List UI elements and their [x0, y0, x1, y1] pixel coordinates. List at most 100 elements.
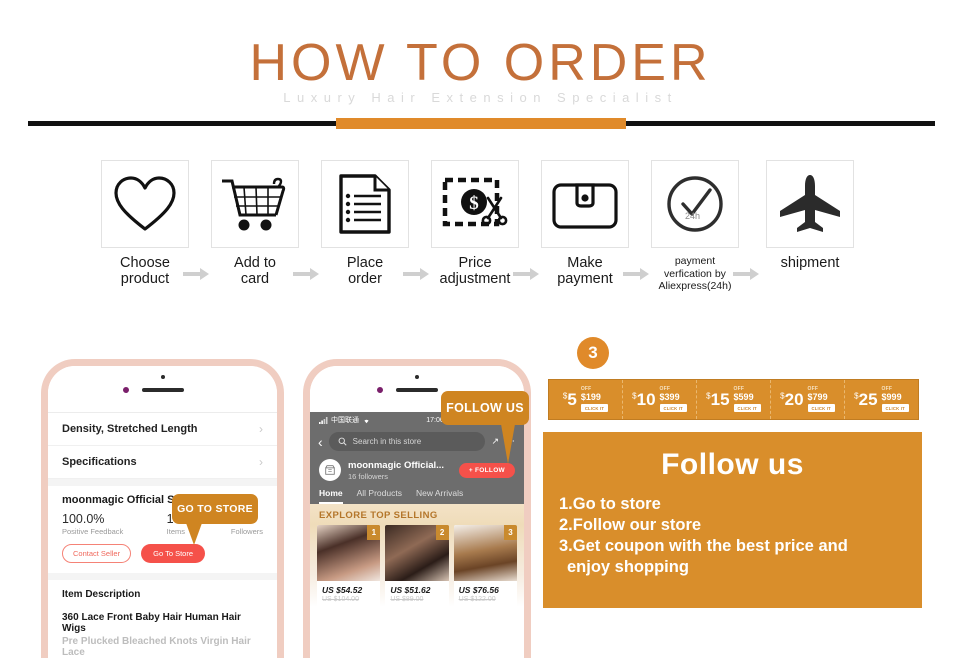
product-old-price: US $104.00	[322, 596, 359, 603]
coupon-item[interactable]: $10 OFF $399 CLICK IT	[623, 380, 697, 419]
search-input[interactable]: Search in this store	[328, 432, 486, 451]
contact-seller-button[interactable]: Contact Seller	[62, 544, 132, 563]
go-to-store-callout: GO TO STORE	[172, 494, 258, 545]
product-price: US $51.62	[390, 585, 431, 595]
rank-badge: 3	[503, 525, 517, 540]
coupon-cta[interactable]: CLICK IT	[807, 404, 835, 412]
tab-new-arrivals[interactable]: New Arrivals	[416, 488, 463, 504]
coupon-amount: $20	[780, 390, 804, 409]
product-card[interactable]: 2 US $51.62 US $89.00	[385, 525, 449, 607]
status-left: 中国联通	[319, 415, 371, 425]
step-price-adjustment: $ Price adjustment	[423, 160, 527, 287]
store-avatar[interactable]	[319, 459, 341, 481]
price-scissors-dollar-icon: $	[442, 177, 508, 227]
step-label: Add to card	[234, 255, 276, 287]
earpiece-speaker-icon	[396, 388, 438, 392]
step-label: Place order	[346, 255, 384, 287]
go-to-store-button[interactable]: Go To Store	[141, 544, 205, 563]
step-arrow-icon	[623, 268, 649, 280]
tab-home[interactable]: Home	[319, 488, 343, 504]
callout-tail	[501, 424, 515, 464]
follow-button[interactable]: + FOLLOW	[458, 462, 515, 478]
row-label: Density, Stretched Length	[62, 423, 198, 435]
coupon-item[interactable]: $25 OFF $999 CLICK IT	[845, 380, 918, 419]
step-icon-box: 24h	[651, 160, 739, 248]
follow-step: 2.Follow our store	[559, 516, 702, 534]
search-placeholder: Search in this store	[352, 437, 422, 446]
how-to-order-steps: Choose product Add to card Place order $…	[0, 160, 961, 300]
row-label: Specifications	[62, 456, 137, 468]
callout-text: GO TO STORE	[177, 503, 253, 515]
svg-text:24h: 24h	[685, 211, 700, 221]
coupon-min-spend: $599	[733, 392, 754, 402]
front-camera-icon	[122, 387, 129, 393]
step-shipment: shipment	[758, 160, 862, 271]
coupon-amount: $10	[632, 390, 656, 409]
coupon-cta[interactable]: CLICK IT	[881, 404, 909, 412]
step-icon-box	[101, 160, 189, 248]
tab-all-products[interactable]: All Products	[357, 488, 402, 504]
product-old-price: US $122.00	[458, 596, 496, 603]
coupon-item[interactable]: $15 OFF $599 CLICK IT	[697, 380, 771, 419]
product-price: US $54.52	[322, 585, 363, 595]
step-label: payment verfication by Aliexpress(24h)	[658, 255, 732, 292]
follow-step: 3.Get coupon with the best price and	[559, 537, 848, 555]
section-divider	[48, 573, 277, 580]
coupon-details: OFF $999 CLICK IT	[881, 387, 909, 412]
share-icon[interactable]: ↗	[491, 436, 499, 447]
coupon-min-spend: $199	[580, 392, 601, 402]
coupon-strip: $5 OFF $199 CLICK IT $10 OFF $399 CLICK …	[548, 379, 919, 420]
list-item[interactable]: Specifications ›	[48, 446, 277, 479]
follow-us-callout: FOLLOW US	[441, 391, 529, 464]
store-actions: Contact Seller Go To Store	[62, 544, 263, 563]
follow-step: enjoy shopping	[567, 558, 689, 576]
step-label: Make payment	[557, 255, 613, 287]
store-meta: moonmagic Official... 16 followers	[348, 460, 444, 481]
product-old-price: US $89.00	[390, 596, 424, 603]
carrier-name: 中国联通	[331, 417, 359, 424]
coupon-item[interactable]: $5 OFF $199 CLICK IT	[549, 380, 623, 419]
step-payment-verification: 24h payment verfication by Aliexpress(24…	[643, 160, 747, 293]
coupon-cta[interactable]: CLICK IT	[580, 404, 609, 412]
list-item[interactable]: Density, Stretched Length ›	[48, 413, 277, 446]
coupon-details: OFF $599 CLICK IT	[733, 387, 761, 412]
step-icon-box	[321, 160, 409, 248]
step-icon-box	[541, 160, 629, 248]
product-card[interactable]: 1 US $54.52 US $104.00	[317, 525, 381, 607]
back-arrow-icon[interactable]: ‹	[318, 435, 323, 449]
coupon-details: OFF $399 CLICK IT	[659, 387, 687, 412]
item-description-heading: Item Description	[62, 589, 141, 600]
step-choose-product: Choose product	[93, 160, 197, 287]
clock-check-24h-icon: 24h	[667, 176, 723, 232]
store-icon	[325, 465, 335, 475]
step-icon-box: $	[431, 160, 519, 248]
step-number-badge: 3	[577, 337, 609, 369]
follow-us-steps: 1.Go to store 2.Follow our store 3.Get c…	[543, 482, 922, 578]
step-label: shipment	[780, 255, 840, 271]
product-grid: 1 US $54.52 US $104.00 2 US $51.62 US $8…	[310, 525, 524, 607]
coupon-cta[interactable]: CLICK IT	[733, 404, 761, 412]
coupon-details: OFF $199 CLICK IT	[580, 387, 609, 412]
callout-text: FOLLOW US	[446, 401, 524, 415]
product-image: 2	[385, 525, 449, 581]
sensor-dot-icon	[415, 375, 419, 379]
heart-icon	[114, 176, 176, 231]
shopping-cart-icon	[222, 177, 286, 231]
explore-banner-title: EXPLORE TOP SELLING	[310, 504, 524, 525]
earpiece-speaker-icon	[141, 388, 184, 392]
coupon-item[interactable]: $20 OFF $799 CLICK IT	[771, 380, 845, 419]
product-price: US $76.56	[458, 585, 499, 595]
product-card[interactable]: 3 US $76.56 US $122.00	[453, 525, 517, 607]
coupon-amount: $25	[854, 390, 878, 409]
right-phone-screen: 中国联通 17:06 ‹ Search in this store ↗ ⋯ mo…	[310, 412, 524, 607]
coupon-min-spend: $799	[807, 392, 828, 402]
store-header: moonmagic Official... 16 followers + FOL…	[310, 457, 524, 486]
store-search-bar: ‹ Search in this store ↗ ⋯	[310, 428, 524, 457]
left-phone-screen: Density, Stretched Length › Specificatio…	[48, 412, 277, 658]
stat-positive-feedback: 100.0% Positive Feedback	[62, 512, 124, 536]
chevron-right-icon: ›	[259, 422, 263, 436]
svg-text:$: $	[469, 193, 479, 214]
step-add-to-card: Add to card	[203, 160, 307, 287]
item-description-title: 360 Lace Front Baby Hair Human Hair Wigs	[62, 612, 241, 634]
coupon-cta[interactable]: CLICK IT	[659, 404, 687, 412]
